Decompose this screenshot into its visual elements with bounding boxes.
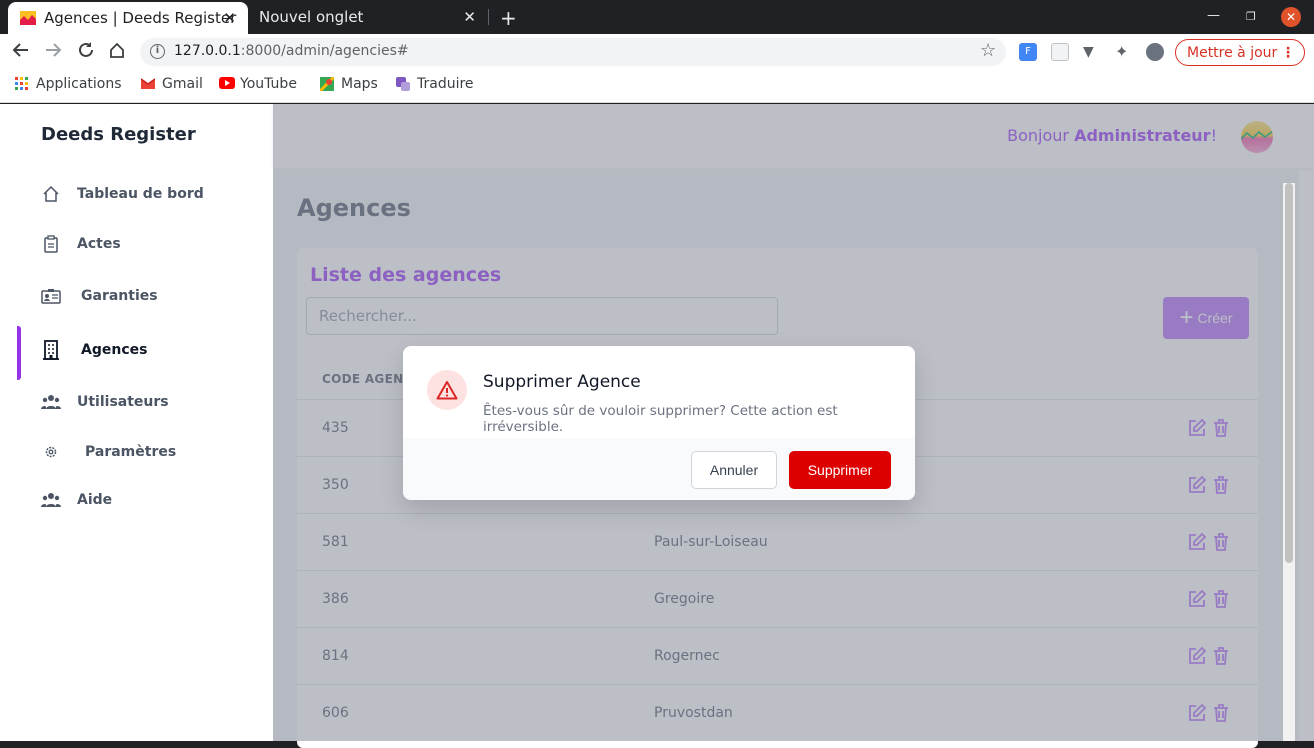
bookmark-youtube[interactable]: YouTube [219, 76, 297, 92]
dialog-footer: Annuler Supprimer [403, 438, 915, 500]
bookmark-applications[interactable]: Applications [15, 76, 122, 92]
info-icon[interactable]: i [150, 44, 165, 59]
home-icon[interactable] [108, 41, 126, 64]
close-tab-icon[interactable]: ✕ [223, 9, 236, 27]
puzzle-icon[interactable]: ✦ [1115, 43, 1133, 61]
building-icon [41, 340, 61, 360]
browser-tabstrip: Agences | Deeds Register ✕ Nouvel onglet… [0, 0, 1314, 34]
forward-icon[interactable] [44, 41, 62, 64]
users-icon [41, 490, 61, 510]
youtube-icon [219, 77, 235, 91]
bookmark-maps[interactable]: Maps [318, 75, 378, 93]
delete-dialog: Supprimer Agence Êtes-vous sûr de vouloi… [403, 346, 915, 500]
gmail-icon [140, 77, 156, 91]
sidebar-item-tableau-de-bord[interactable]: Tableau de bord [41, 182, 204, 206]
vue-devtools-icon[interactable]: ▼ [1083, 43, 1101, 61]
url-text: 127.0.0.1:8000/admin/agencies# [174, 43, 409, 59]
tab-nouvel-onglet[interactable]: Nouvel onglet ✕ [248, 0, 488, 34]
id-card-icon [41, 286, 61, 306]
bookmarks-bar: Applications Gmail YouTube Maps Traduire [0, 70, 1314, 103]
bookmark-star-icon[interactable]: ☆ [980, 40, 996, 61]
scrollbar[interactable] [1283, 183, 1295, 741]
browser-toolbar: i 127.0.0.1:8000/admin/agencies# ☆ F ▼ ✦… [0, 34, 1314, 70]
dialog-title: Supprimer Agence [483, 372, 641, 392]
tab-agences[interactable]: Agences | Deeds Register ✕ [8, 2, 248, 34]
users-icon [41, 392, 61, 412]
sidebar-item-utilisateurs[interactable]: Utilisateurs [41, 390, 169, 414]
bookmark-gmail[interactable]: Gmail [140, 76, 203, 92]
tab-title: Nouvel onglet [259, 8, 364, 26]
warning-icon [427, 370, 467, 410]
back-icon[interactable] [12, 41, 30, 64]
window-close-icon[interactable]: ✕ [1281, 7, 1301, 27]
sidebar-item-actes[interactable]: Actes [41, 232, 121, 256]
gear-icon [41, 442, 61, 462]
sidebar-item-agences[interactable]: Agences [41, 338, 147, 362]
update-button[interactable]: Mettre à jour ⋮ [1175, 39, 1305, 66]
close-tab-icon[interactable]: ✕ [463, 8, 476, 26]
page-gutter [0, 104, 17, 741]
translate-icon [396, 77, 410, 91]
clipboard-icon [41, 234, 61, 254]
apps-grid-icon [15, 77, 29, 91]
sidebar-item-garanties[interactable]: Garanties [41, 284, 158, 308]
sidebar: Deeds Register Tableau de bord Actes Gar… [17, 104, 273, 741]
maximize-icon[interactable]: ❐ [1246, 10, 1256, 23]
maps-icon [318, 75, 336, 93]
new-tab-icon[interactable]: + [500, 6, 517, 30]
extension-icon[interactable]: F [1019, 43, 1037, 61]
brand-title: Deeds Register [41, 124, 196, 145]
address-bar[interactable]: i 127.0.0.1:8000/admin/agencies# ☆ [140, 38, 1006, 66]
home-icon [41, 184, 61, 204]
delete-button[interactable]: Supprimer [789, 451, 891, 489]
extension-icon[interactable] [1051, 43, 1069, 61]
cancel-button[interactable]: Annuler [691, 451, 777, 489]
bookmark-traduire[interactable]: Traduire [396, 76, 474, 92]
tab-separator [488, 9, 489, 25]
deeds-favicon-icon [20, 11, 36, 25]
dialog-message: Êtes-vous sûr de vouloir supprimer? Cett… [483, 403, 838, 435]
profile-avatar-icon[interactable] [1146, 43, 1164, 61]
tab-title: Agences | Deeds Register [44, 9, 237, 27]
reload-icon[interactable] [77, 41, 95, 64]
minimize-icon[interactable]: — [1207, 8, 1220, 23]
sidebar-item-aide[interactable]: Aide [41, 488, 112, 512]
scrollbar-thumb[interactable] [1285, 183, 1293, 563]
sidebar-item-parametres[interactable]: Paramètres [41, 440, 176, 464]
active-indicator [17, 326, 21, 380]
